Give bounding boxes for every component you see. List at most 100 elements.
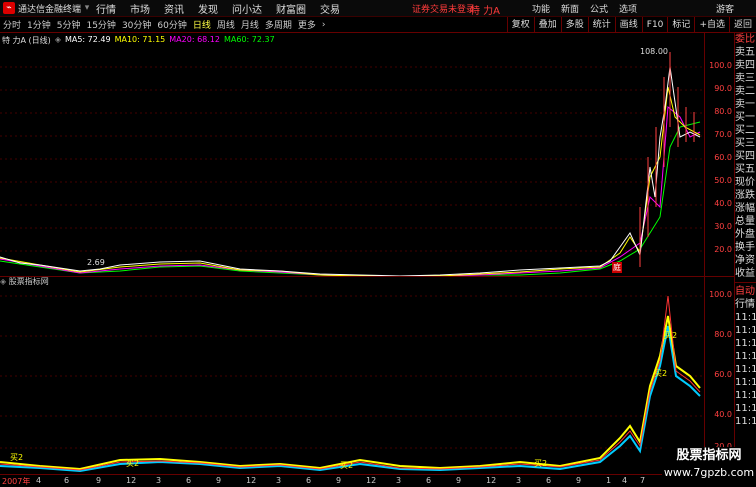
period-multi[interactable]: 多周期 [262,18,295,31]
quote-label[interactable]: 净资 [735,254,756,267]
menu-zixun[interactable]: 资讯 [164,1,184,16]
indicator-gridlines [0,295,704,449]
price-tick: 60.0 [714,153,732,162]
menu-xinmian[interactable]: 新面 [561,2,579,15]
quote-label[interactable]: 涨跌 [735,189,756,202]
quote-label[interactable]: 买一 [735,111,756,124]
buy-signal: 买2 [340,461,353,470]
time-tick: 6 [64,476,70,485]
tick-tab-quote[interactable]: 行情 [735,298,756,311]
period-15min[interactable]: 15分钟 [83,18,118,31]
price-tick: 50.0 [714,176,732,185]
tool-duogu[interactable]: 多股 [560,17,588,33]
indicator-tick: 40.0 [714,410,732,419]
ma5-line [0,66,701,276]
time-tick: 4 [622,476,628,485]
buy-signal-labels: 买2 买2 买2 买2 买2 买2 [10,331,677,470]
chevron-right-icon[interactable]: › [319,20,329,30]
time-tick: 3 [156,476,162,485]
tool-zixuan[interactable]: +自选 [694,17,729,33]
tool-fanhui[interactable]: 返回 [728,17,756,33]
guest-label[interactable]: 游客 [716,2,734,15]
period-more[interactable]: 更多 [295,18,319,31]
period-60min[interactable]: 60分钟 [154,18,189,31]
time-tick: 9 [456,476,462,485]
quote-label[interactable]: 买四 [735,150,756,163]
tick-tab-auto[interactable]: 自动 [735,285,756,298]
period-monthly[interactable]: 月线 [238,18,262,31]
tool-fuquan[interactable]: 复权 [506,17,534,33]
quote-label[interactable]: 现价 [735,176,756,189]
event-badge[interactable]: 庭 [612,262,622,273]
login-warning[interactable]: 证券交易未登录 [412,2,475,15]
tool-biaoji[interactable]: 标记 [667,17,694,33]
menu-gongneng[interactable]: 功能 [532,2,550,15]
kline-chart[interactable] [0,47,704,276]
chevron-down-icon[interactable]: ▾ [78,3,96,13]
quote-label[interactable]: 买三 [735,137,756,150]
menu-faxian[interactable]: 发现 [198,1,218,16]
price-tick: 40.0 [714,199,732,208]
indicator-axis: 100.0 80.0 60.0 40.0 20.0 [704,276,734,474]
menu-caifuquan[interactable]: 财富圈 [276,1,306,16]
tick-time: 11:1 [735,416,756,427]
quote-label[interactable]: 总量 [735,215,756,228]
period-weekly[interactable]: 周线 [214,18,238,31]
indicator-tick: 80.0 [714,330,732,339]
quote-label[interactable]: 卖二 [735,85,756,98]
menu-jiaoyi[interactable]: 交易 [320,1,340,16]
tool-huaxian[interactable]: 画线 [614,17,642,33]
menu-hangqing[interactable]: 行情 [96,1,116,16]
indicator-tick: 100.0 [709,290,732,299]
tool-f10[interactable]: F10 [641,17,668,33]
time-tick: 9 [576,476,582,485]
menu-xuanxiang[interactable]: 选项 [619,2,637,15]
stock-name-label: 特 力A (日线) [2,36,51,45]
quote-side-panel: 委比 卖五 卖四 卖三 卖二 卖一 买一 买二 买三 买四 买五 现价 涨跌 涨… [734,33,756,474]
tick-time: 11:1 [735,338,756,349]
buy-signal: 买2 [126,459,139,468]
tick-time: 11:1 [735,403,756,414]
quote-label[interactable]: 卖五 [735,46,756,59]
watermark-title: 股票指标网 [676,448,742,463]
quote-label[interactable]: 换手 [735,241,756,254]
quote-label[interactable]: 卖三 [735,72,756,85]
tool-tongji[interactable]: 统计 [587,17,615,33]
period-daily[interactable]: 日线 [190,18,214,31]
period-fenshi[interactable]: 分时 [0,18,24,31]
gear-icon[interactable]: ◈ [55,35,61,47]
tick-time: 11:1 [735,364,756,375]
quote-label[interactable]: 卖一 [735,98,756,111]
tool-diejia[interactable]: 叠加 [533,17,561,33]
time-tick: 12 [246,476,257,485]
price-axis: 100.0 90.0 80.0 70.0 60.0 50.0 40.0 30.0… [704,47,734,276]
quote-label[interactable]: 委比 [735,33,756,46]
quote-label[interactable]: 买二 [735,124,756,137]
indicator-chart[interactable]: 买2 买2 买2 买2 买2 买2 [0,276,704,474]
quote-label[interactable]: 买五 [735,163,756,176]
time-tick: 2007年 [2,477,31,486]
main-menu: 行情 市场 资讯 发现 问小达 财富圈 交易 [96,1,354,16]
indicator-tick: 60.0 [714,370,732,379]
indicator-line-red [0,295,701,471]
menu-wenxiaoda[interactable]: 问小达 [232,1,262,16]
site-watermark: 股票指标网 www.7gpzb.com [662,447,756,487]
time-tick: 1 [606,476,612,485]
ma60-line [0,121,701,276]
quote-label[interactable]: 涨幅 [735,202,756,215]
time-tick: 9 [96,476,102,485]
period-5min[interactable]: 5分钟 [54,18,84,31]
quote-label[interactable]: 外盘 [735,228,756,241]
period-1min[interactable]: 1分钟 [24,18,54,31]
right-menu: 功能 新面 公式 选项 [532,2,648,15]
menu-gongshi[interactable]: 公式 [590,2,608,15]
time-tick: 6 [306,476,312,485]
quote-label[interactable]: 收益 [735,267,756,280]
time-tick: 12 [366,476,377,485]
app-name: 通达信金融终端 [18,4,82,15]
period-30min[interactable]: 30分钟 [119,18,154,31]
price-tick: 30.0 [714,222,732,231]
menu-shichang[interactable]: 市场 [130,1,150,16]
quote-label[interactable]: 卖四 [735,59,756,72]
title-bar: ⌁ 通达信金融终端 ▾ 行情 市场 资讯 发现 问小达 财富圈 交易 证券交易未… [0,0,756,17]
